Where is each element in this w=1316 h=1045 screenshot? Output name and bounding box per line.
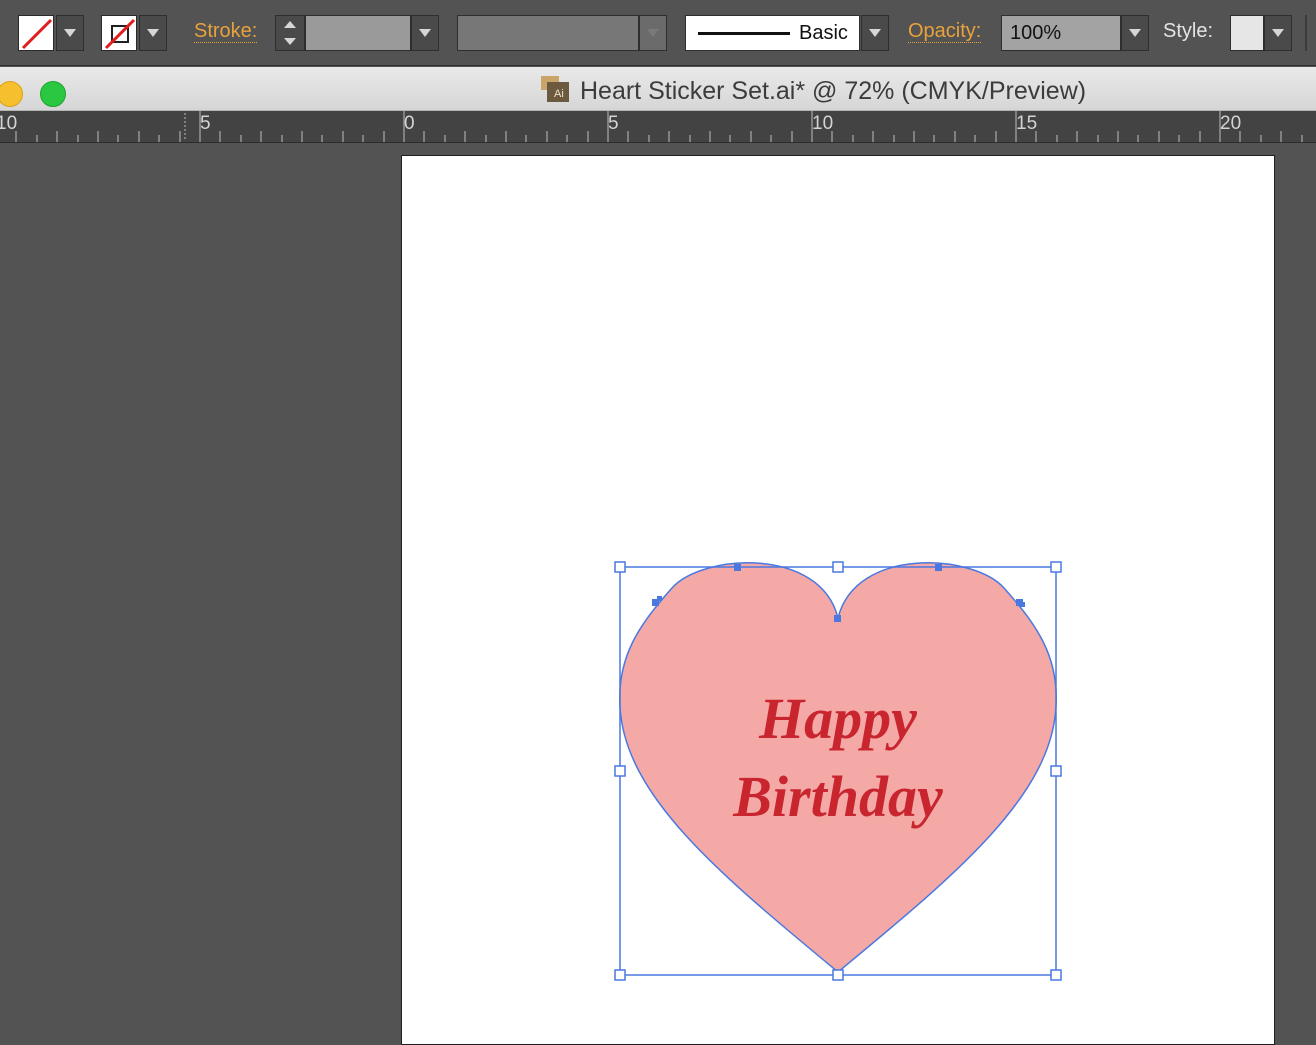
sticker-text-line1[interactable]: Happy (758, 686, 917, 751)
document-title: Heart Sticker Set.ai* @ 72% (CMYK/Previe… (580, 77, 1087, 105)
minimize-button[interactable] (0, 81, 23, 107)
resize-handle-top-left[interactable] (614, 561, 626, 573)
resize-handle-bottom-right[interactable] (1050, 969, 1062, 981)
chevron-down-icon (1129, 29, 1141, 37)
fill-dropdown-button[interactable] (56, 15, 84, 51)
stroke-weight-stepper[interactable] (275, 15, 305, 51)
canvas-area[interactable]: Happy Birthday (0, 143, 1316, 1045)
stroke-swatch[interactable] (101, 15, 137, 51)
style-label: Style: (1163, 20, 1214, 42)
resize-handle-bottom[interactable] (832, 969, 844, 981)
resize-handle-right[interactable] (1050, 765, 1062, 777)
resize-handle-top[interactable] (832, 561, 844, 573)
sticker-text-line2[interactable]: Birthday (732, 764, 943, 829)
style-dropdown[interactable] (1264, 15, 1292, 51)
brush-name: Basic (799, 22, 848, 44)
no-fill-swatch-icon (21, 18, 53, 50)
stepper-down-icon[interactable] (284, 38, 296, 45)
anchor-point[interactable] (657, 596, 662, 601)
ruler-label: 0 (404, 113, 415, 134)
heart-artwork[interactable]: Happy Birthday (402, 156, 1274, 1031)
stroke-dropdown-button[interactable] (139, 15, 167, 51)
ruler-label: 5 (200, 113, 211, 134)
anchor-point[interactable] (1020, 602, 1025, 607)
brush-dropdown[interactable] (861, 15, 889, 51)
graphic-style-swatch[interactable] (1230, 15, 1264, 51)
doc-icon-label: Ai (554, 88, 564, 100)
ruler-ticks (15, 111, 1303, 142)
opacity-dropdown[interactable] (1121, 15, 1149, 51)
variable-width-profile-field[interactable] (457, 15, 639, 51)
ruler-label: 5 (608, 113, 619, 134)
artboard[interactable]: Happy Birthday (401, 155, 1275, 1045)
stepper-up-icon[interactable] (284, 21, 296, 28)
stroke-weight-field[interactable] (305, 15, 411, 51)
ruler-label: 10 (0, 113, 18, 134)
ruler-label: 10 (812, 113, 834, 134)
chevron-down-icon (147, 29, 159, 37)
chevron-down-icon (1272, 29, 1284, 37)
zoom-button[interactable] (40, 81, 66, 107)
control-bar: Stroke: Basic Opacity: 100% Style: (0, 0, 1316, 66)
resize-handle-top-right[interactable] (1050, 561, 1062, 573)
chevron-down-icon (64, 29, 76, 37)
no-stroke-swatch-icon (104, 18, 136, 50)
stroke-weight-dropdown[interactable] (411, 15, 439, 51)
anchor-point[interactable] (734, 564, 741, 571)
anchor-point[interactable] (834, 615, 841, 622)
stroke-label-link[interactable]: Stroke: (194, 20, 258, 43)
horizontal-ruler[interactable]: 10 5 0 5 10 15 20 (0, 111, 1316, 143)
fill-swatch[interactable] (18, 15, 54, 51)
ruler-label: 15 (1016, 113, 1038, 134)
chevron-down-icon (869, 29, 881, 37)
chevron-down-icon (419, 29, 431, 37)
resize-handle-bottom-left[interactable] (614, 969, 626, 981)
variable-width-dropdown[interactable] (639, 15, 667, 51)
brush-definition-field[interactable]: Basic (685, 15, 860, 51)
resize-handle-left[interactable] (614, 765, 626, 777)
opacity-label-link[interactable]: Opacity: (908, 20, 982, 43)
brush-stroke-preview (698, 32, 790, 35)
document-title-bar[interactable]: Ai Heart Sticker Set.ai* @ 72% (CMYK/Pre… (0, 67, 1316, 111)
chevron-down-icon (647, 29, 659, 37)
illustrator-document-icon: Ai (541, 76, 569, 102)
anchor-point[interactable] (935, 564, 942, 571)
opacity-field[interactable]: 100% (1001, 15, 1121, 51)
toolbar-divider (1305, 15, 1307, 51)
ruler-label: 20 (1220, 113, 1242, 134)
